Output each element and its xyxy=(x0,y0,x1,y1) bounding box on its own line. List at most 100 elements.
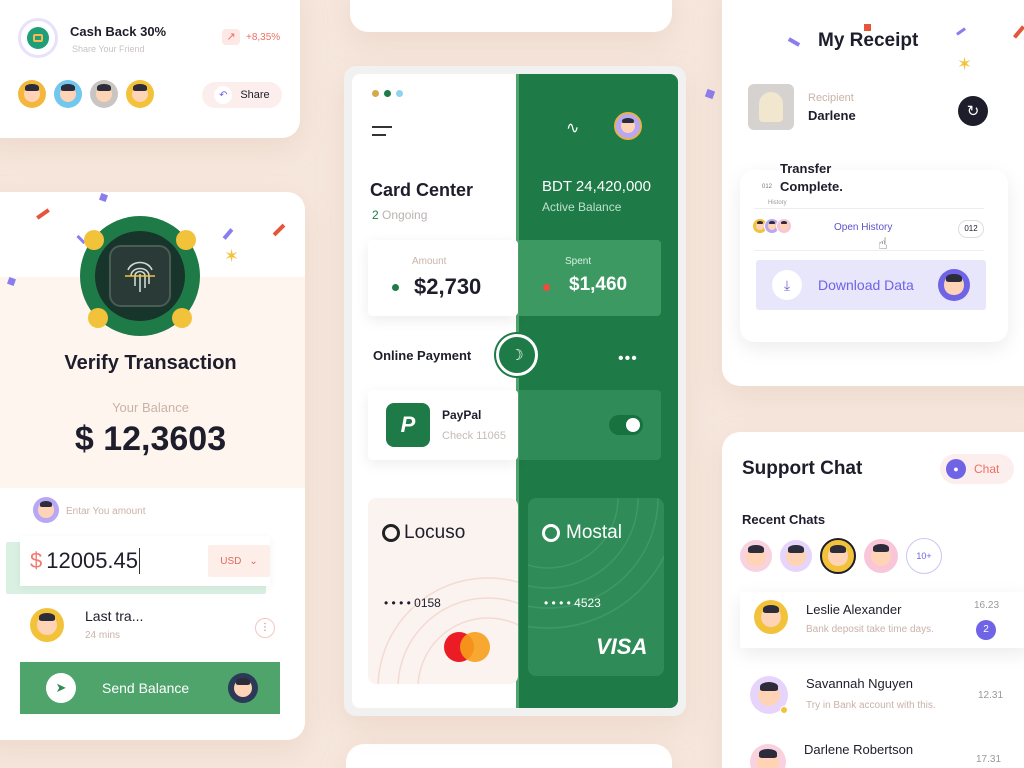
chat-button[interactable]: ● Chat xyxy=(940,454,1014,484)
recent-chat-avatar[interactable] xyxy=(780,540,812,572)
sparkle-icon: ✶ xyxy=(224,246,240,266)
user-avatar xyxy=(938,269,970,301)
recent-chat-avatar[interactable] xyxy=(864,539,898,573)
locuso-card[interactable]: Locuso • • • • 0158 xyxy=(368,498,518,684)
pointer-cursor-icon: ☝ xyxy=(878,236,888,253)
chat-list-item[interactable]: Leslie Alexander Bank deposit take time … xyxy=(740,592,1024,648)
download-icon: ⤓ xyxy=(772,270,802,300)
friend-avatar[interactable] xyxy=(54,80,82,108)
friend-avatar[interactable] xyxy=(18,80,46,108)
cashback-subtitle: Share Your Friend xyxy=(72,44,145,54)
chat-icon: ● xyxy=(946,459,966,479)
cashback-logo xyxy=(18,18,58,58)
mostal-card-number: • • • • 4523 xyxy=(544,596,601,610)
chat-label: Chat xyxy=(974,462,1000,476)
refresh-button[interactable]: ↻ xyxy=(958,96,988,126)
cashback-title: Cash Back 30% xyxy=(70,24,167,39)
fingerprint-icon xyxy=(125,261,155,292)
send-icon: ➤ xyxy=(46,673,76,703)
recipient-label: Recipient xyxy=(808,92,854,104)
transfer-line2: Complete. xyxy=(780,179,843,194)
friend-avatar[interactable] xyxy=(90,80,118,108)
trend-up-icon: ↗ xyxy=(222,29,240,45)
blank-card xyxy=(346,744,672,768)
paypal-icon: P xyxy=(386,403,430,447)
chat-avatar xyxy=(754,600,788,634)
card-center-title: Card Center xyxy=(370,180,474,200)
paypal-name: PayPal xyxy=(442,408,482,422)
share-label: Share xyxy=(240,89,270,101)
menu-icon[interactable] xyxy=(372,126,392,138)
chat-avatar xyxy=(750,744,786,768)
chat-message: Try in Bank account with this. xyxy=(806,700,936,711)
online-dot xyxy=(780,706,788,714)
open-history-link[interactable]: Open History xyxy=(834,222,892,233)
profile-avatar[interactable] xyxy=(614,112,642,140)
confetti-purple xyxy=(704,88,716,100)
recent-chat-avatar[interactable] xyxy=(740,540,772,572)
recipient-name: Darlene xyxy=(808,108,856,123)
cashback-change: +8,35% xyxy=(246,32,281,43)
receipt-title: My Receipt xyxy=(818,30,919,51)
paypal-row[interactable]: P PayPal Check 11065 xyxy=(368,390,518,460)
ongoing-count: 2 xyxy=(372,208,379,222)
recent-avatars: 10+ xyxy=(740,538,942,574)
transfer-title: Transfer Complete. xyxy=(780,160,843,196)
user-avatar xyxy=(33,497,59,523)
currency-select[interactable]: USD ⌄ xyxy=(208,545,270,577)
support-title: Support Chat xyxy=(742,458,863,479)
spent-value: $1,460 xyxy=(569,274,628,295)
paypal-toggle[interactable] xyxy=(609,415,643,435)
green-dot xyxy=(392,284,399,291)
chat-list-item[interactable]: Darlene Robertson 17.31 xyxy=(740,736,1024,768)
download-data-button[interactable]: ⤓ Download Data xyxy=(756,260,986,310)
download-label: Download Data xyxy=(818,277,914,293)
chat-name: Savannah Nguyen xyxy=(806,676,913,691)
recent-chats-label: Recent Chats xyxy=(742,512,826,527)
chevron-down-icon: ⌄ xyxy=(249,555,258,567)
history-small-label: History xyxy=(768,200,787,206)
confetti-purple xyxy=(7,277,16,286)
amount-panel: Amount $2,730 xyxy=(368,240,518,316)
ongoing-status: 2 Ongoing xyxy=(372,208,427,222)
currency-symbol: $ xyxy=(30,548,43,573)
dark-mode-toggle[interactable]: ☽ xyxy=(496,334,538,376)
chat-list-item[interactable]: Savannah Nguyen Try in Bank account with… xyxy=(740,668,1024,724)
more-options-icon[interactable]: ••• xyxy=(618,350,638,368)
mostal-card[interactable]: Mostal • • • • 4523 VISA xyxy=(528,498,664,676)
recipient-photo xyxy=(748,84,794,130)
activity-icon[interactable]: ∿ xyxy=(566,118,579,138)
more-options-icon[interactable]: ⋮ xyxy=(255,618,275,638)
unread-badge: 2 xyxy=(976,620,996,640)
amount-label: Amount xyxy=(412,256,447,267)
send-balance-label: Send Balance xyxy=(102,680,190,696)
red-dot xyxy=(543,284,550,291)
spent-panel: Spent $1,460 xyxy=(519,240,661,316)
spent-label: Spent xyxy=(565,256,592,267)
last-transaction-avatar xyxy=(30,608,64,642)
confetti-purple xyxy=(956,27,966,36)
chat-name: Leslie Alexander xyxy=(806,602,902,617)
history-avatars xyxy=(752,218,792,234)
verify-transaction-card: ✶ Verify Transaction Your Balance $ 12,3… xyxy=(0,192,305,740)
send-balance-button[interactable]: ➤ Send Balance xyxy=(20,662,280,714)
moon-icon: ☽ xyxy=(510,347,524,364)
friend-avatar[interactable] xyxy=(126,80,154,108)
locuso-brand: Locuso xyxy=(404,522,466,543)
recent-chat-avatar[interactable] xyxy=(820,538,856,574)
share-button[interactable]: ↶ Share xyxy=(202,82,282,108)
window-dots xyxy=(372,90,403,97)
last-transaction-row[interactable]: Last tra... 24 mins ⋮ xyxy=(0,596,305,656)
cashback-card: Cash Back 30% Share Your Friend ↗ +8,35%… xyxy=(0,0,300,138)
receipt-card: ✶ My Receipt Recipient Darlene ↻ Transfe… xyxy=(722,0,1024,386)
paypal-check: Check 11065 xyxy=(442,430,507,442)
mostal-brand: Mostal xyxy=(566,522,622,543)
amount-value: $2,730 xyxy=(414,274,482,299)
mastercard-icon xyxy=(444,632,494,662)
verify-title: Verify Transaction xyxy=(64,352,237,374)
locuso-card-number: • • • • 0158 xyxy=(384,596,441,610)
small-code: 012 xyxy=(762,184,773,190)
active-balance-value: BDT 24,420,000 xyxy=(542,178,651,195)
more-chats-badge[interactable]: 10+ xyxy=(906,538,942,574)
balance-label: Your Balance xyxy=(112,400,189,415)
